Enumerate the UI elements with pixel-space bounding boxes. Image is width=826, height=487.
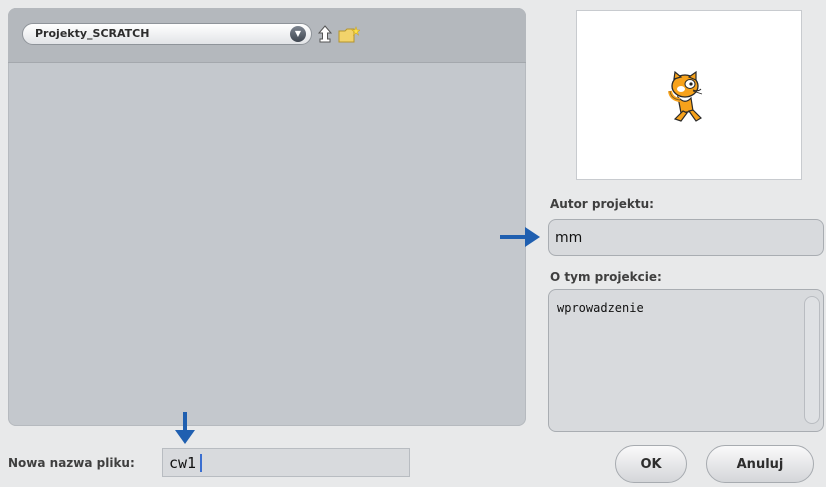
file-browser-panel[interactable]: Projekty_SCRATCH ▼ [8,8,526,426]
project-thumbnail [576,10,802,180]
text-caret [200,454,202,472]
cancel-button[interactable]: Anuluj [706,445,814,483]
scratch-cat-icon [668,70,703,122]
folder-select[interactable]: Projekty_SCRATCH ▼ [22,23,312,45]
blue-arrow-icon [500,227,540,247]
about-label: O tym projekcie: [550,270,662,284]
blue-arrow-down-icon [175,412,195,444]
ok-button[interactable]: OK [615,445,687,483]
folder-up-icon[interactable] [317,24,333,44]
filename-label: Nowa nazwa pliku: [8,456,135,470]
about-field[interactable]: wprowadzenie [548,289,824,432]
new-folder-icon[interactable] [338,26,360,44]
filename-input[interactable]: cw1 [162,448,410,477]
author-label: Autor projektu: [550,197,654,211]
about-value[interactable]: wprowadzenie [557,301,644,315]
file-browser-toolbar: Projekty_SCRATCH ▼ [8,8,526,63]
dropdown-arrow-icon[interactable]: ▼ [290,26,306,42]
author-value[interactable]: mm [555,230,582,246]
about-scrollbar[interactable] [804,296,820,424]
folder-select-label: Projekty_SCRATCH [35,27,150,40]
author-field[interactable]: mm [548,219,824,256]
filename-value[interactable]: cw1 [169,454,196,472]
